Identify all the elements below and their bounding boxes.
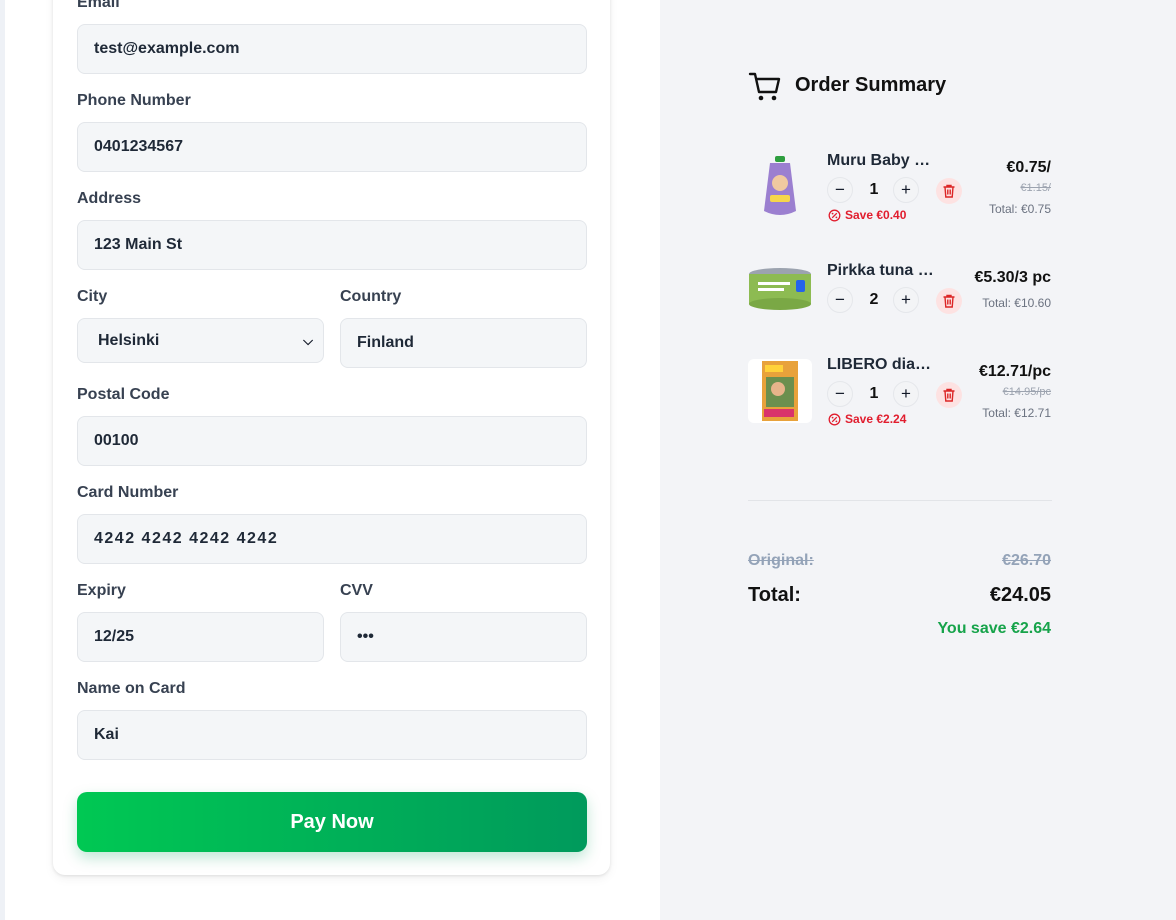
remove-item-button[interactable] xyxy=(936,178,962,204)
trash-icon xyxy=(943,184,955,198)
original-total-label: Original: xyxy=(748,552,814,569)
item-name: Pirkka tuna in olive oil xyxy=(827,262,935,279)
remove-item-button[interactable] xyxy=(936,288,962,314)
increase-quantity-button[interactable]: + xyxy=(893,381,919,407)
quantity-value: 2 xyxy=(869,291,879,308)
name-on-card-label: Name on Card xyxy=(77,680,186,697)
address-field[interactable]: 123 Main St xyxy=(77,220,587,270)
total-value: €24.05 xyxy=(989,584,1051,606)
country-label: Country xyxy=(340,288,402,305)
city-label: City xyxy=(77,288,108,305)
quantity-value: 1 xyxy=(869,385,879,402)
savings-badge: Save €2.24 xyxy=(828,412,906,426)
increase-quantity-button[interactable]: + xyxy=(893,177,919,203)
total-savings: You save €2.64 xyxy=(937,620,1051,637)
expiry-label: Expiry xyxy=(77,582,126,599)
expiry-field[interactable]: 12/25 xyxy=(77,612,324,662)
cart-icon xyxy=(748,72,781,101)
cvv-field[interactable]: ••• xyxy=(340,612,587,662)
summary-divider xyxy=(748,500,1052,501)
line-total: Total: €12.71 xyxy=(982,406,1051,420)
line-total: Total: €0.75 xyxy=(988,202,1051,216)
total-label: Total: xyxy=(748,584,801,606)
quantity-value: 1 xyxy=(869,181,879,198)
increase-quantity-button[interactable]: + xyxy=(893,287,919,313)
original-unit-price: €14.95/pc xyxy=(1002,386,1051,398)
item-name: LIBERO diapers Mega Pack xyxy=(827,356,935,373)
email-label: Email xyxy=(77,0,120,11)
unit-price: €12.71/pc xyxy=(978,363,1051,380)
discount-icon xyxy=(828,413,841,425)
card-number-label: Card Number xyxy=(77,484,179,501)
product-image-libero xyxy=(748,359,812,423)
cvv-label: CVV xyxy=(340,582,373,599)
decrease-quantity-button[interactable]: − xyxy=(827,177,853,203)
remove-item-button[interactable] xyxy=(936,382,962,408)
original-total-value: €26.70 xyxy=(1002,552,1051,569)
unit-price: €0.75/ xyxy=(1006,159,1051,176)
email-field[interactable]: test@example.com xyxy=(77,24,587,74)
product-image-muru-baby xyxy=(748,155,812,219)
product-image-pirkka-tuna xyxy=(748,258,812,322)
phone-label: Phone Number xyxy=(77,92,191,109)
name-on-card-field[interactable]: Kai xyxy=(77,710,587,760)
page-edge xyxy=(0,0,5,920)
savings-badge: Save €0.40 xyxy=(828,208,906,222)
postal-label: Postal Code xyxy=(77,386,170,403)
order-summary-pane xyxy=(660,0,1176,920)
order-summary-title: Order Summary xyxy=(795,74,947,96)
card-number-field[interactable]: 4242 4242 4242 4242 xyxy=(77,514,587,564)
savings-badge-text: Save €2.24 xyxy=(845,412,907,426)
pay-now-button[interactable]: Pay Now xyxy=(77,792,587,852)
decrease-quantity-button[interactable]: − xyxy=(827,287,853,313)
address-label: Address xyxy=(77,190,142,207)
checkout-form-pane: Email test@example.com Phone Number 0401… xyxy=(0,0,660,920)
decrease-quantity-button[interactable]: − xyxy=(827,381,853,407)
country-field[interactable]: Finland xyxy=(340,318,587,368)
city-select[interactable]: Helsinki ⌵ xyxy=(77,318,324,363)
city-selected-value: Helsinki xyxy=(98,331,160,349)
savings-badge-text: Save €0.40 xyxy=(845,208,907,222)
discount-icon xyxy=(828,209,841,221)
unit-price: €5.30/3 pc xyxy=(974,269,1052,286)
original-unit-price: €1.15/ xyxy=(1020,182,1051,194)
trash-icon xyxy=(943,388,955,402)
line-total: Total: €10.60 xyxy=(982,296,1051,310)
item-name: Muru Baby fruit purée pouch xyxy=(827,152,935,169)
chevron-down-icon: ⌵ xyxy=(303,332,313,348)
postal-code-field[interactable]: 00100 xyxy=(77,416,587,466)
trash-icon xyxy=(943,294,955,308)
phone-field[interactable]: 0401234567 xyxy=(77,122,587,172)
